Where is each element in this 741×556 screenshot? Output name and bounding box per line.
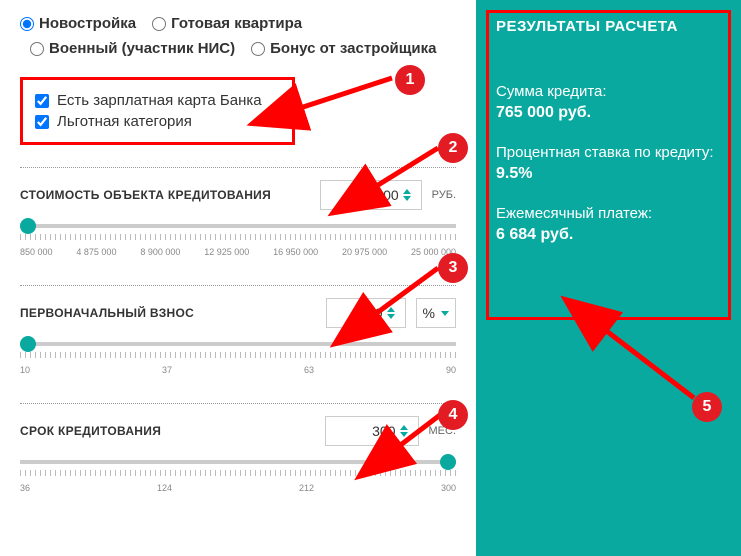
cost-tick-5: 20 975 000 (342, 247, 387, 257)
down-input[interactable] (335, 305, 383, 321)
term-slider-thumb[interactable] (440, 454, 456, 470)
term-tick-marks (20, 470, 456, 476)
cost-label: СТОИМОСТЬ ОБЪЕКТА КРЕДИТОВАНИЯ (20, 188, 271, 202)
cost-tick-2: 8 900 000 (140, 247, 180, 257)
cost-spin-down-icon[interactable] (403, 196, 411, 201)
cost-tick-1: 4 875 000 (76, 247, 116, 257)
check-salary-card[interactable] (35, 94, 49, 108)
cost-ticks: 850 000 4 875 000 8 900 000 12 925 000 1… (20, 244, 456, 257)
down-label: ПЕРВОНАЧАЛЬНЫЙ ВЗНОС (20, 306, 194, 320)
radio-ready-flat-label: Готовая квартира (171, 15, 302, 32)
term-ticks: 36 124 212 300 (20, 480, 456, 493)
radio-military-label: Военный (участник НИС) (49, 40, 235, 57)
term-input-wrap[interactable] (325, 416, 419, 446)
check-privileged-label: Льготная категория (57, 113, 192, 130)
term-label: СРОК КРЕДИТОВАНИЯ (20, 424, 161, 438)
down-tick-1: 37 (162, 365, 172, 375)
down-tick-2: 63 (304, 365, 314, 375)
rate-value: 9.5% (496, 165, 721, 183)
cost-tick-marks (20, 234, 456, 240)
loan-amount-label: Сумма кредита: (496, 83, 721, 100)
radio-military-input[interactable] (30, 42, 44, 56)
annotation-3: 3 (438, 253, 468, 283)
down-tick-3: 90 (446, 365, 456, 375)
down-slider-track[interactable] (20, 342, 456, 346)
results-panel: РЕЗУЛЬТАТЫ РАСЧЕТА Сумма кредита: 765 00… (476, 0, 741, 556)
cost-unit: РУБ. (432, 189, 456, 201)
term-spin-down-icon[interactable] (400, 432, 408, 437)
term-input[interactable] (334, 423, 396, 439)
radio-developer-bonus-input[interactable] (251, 42, 265, 56)
down-ticks: 10 37 63 90 (20, 362, 456, 375)
rate-label: Процентная ставка по кредиту: (496, 144, 721, 161)
radio-developer-bonus[interactable]: Бонус от застройщика (251, 40, 436, 57)
cost-tick-3: 12 925 000 (204, 247, 249, 257)
down-unit-select[interactable]: % (416, 298, 456, 328)
cost-tick-4: 16 950 000 (273, 247, 318, 257)
annotation-4: 4 (438, 400, 468, 430)
monthly-label: Ежемесячный платеж: (496, 205, 721, 222)
term-spin-up-icon[interactable] (400, 425, 408, 430)
cost-slider-track[interactable] (20, 224, 456, 228)
checkbox-group-highlight: Есть зарплатная карта Банка Льготная кат… (20, 77, 295, 145)
cost-input-wrap[interactable] (320, 180, 422, 210)
annotation-2: 2 (438, 133, 468, 163)
term-tick-3: 300 (441, 483, 456, 493)
cost-spin-up-icon[interactable] (403, 189, 411, 194)
term-tick-2: 212 (299, 483, 314, 493)
down-tick-0: 10 (20, 365, 30, 375)
check-privileged[interactable] (35, 115, 49, 129)
annotation-1: 1 (395, 65, 425, 95)
chevron-down-icon (441, 311, 449, 316)
annotation-5: 5 (692, 392, 722, 422)
down-slider-thumb[interactable] (20, 336, 36, 352)
term-slider-track[interactable] (20, 460, 456, 464)
down-tick-marks (20, 352, 456, 358)
cost-tick-0: 850 000 (20, 247, 53, 257)
radio-new-building[interactable]: Новостройка (20, 15, 136, 32)
cost-slider-thumb[interactable] (20, 218, 36, 234)
cost-input[interactable] (329, 187, 399, 203)
radio-new-building-input[interactable] (20, 17, 34, 31)
monthly-value: 6 684 руб. (496, 226, 721, 244)
radio-military[interactable]: Военный (участник НИС) (30, 40, 235, 57)
check-salary-card-label: Есть зарплатная карта Банка (57, 92, 262, 109)
down-input-wrap[interactable] (326, 298, 406, 328)
term-tick-1: 124 (157, 483, 172, 493)
radio-ready-flat-input[interactable] (152, 17, 166, 31)
down-spin-up-icon[interactable] (387, 307, 395, 312)
results-title: РЕЗУЛЬТАТЫ РАСЧЕТА (496, 18, 721, 35)
loan-amount-value: 765 000 руб. (496, 104, 721, 122)
term-tick-0: 36 (20, 483, 30, 493)
down-unit-value: % (423, 305, 435, 321)
down-spin-down-icon[interactable] (387, 314, 395, 319)
radio-developer-bonus-label: Бонус от застройщика (270, 40, 436, 57)
radio-ready-flat[interactable]: Готовая квартира (152, 15, 302, 32)
radio-new-building-label: Новостройка (39, 15, 136, 32)
